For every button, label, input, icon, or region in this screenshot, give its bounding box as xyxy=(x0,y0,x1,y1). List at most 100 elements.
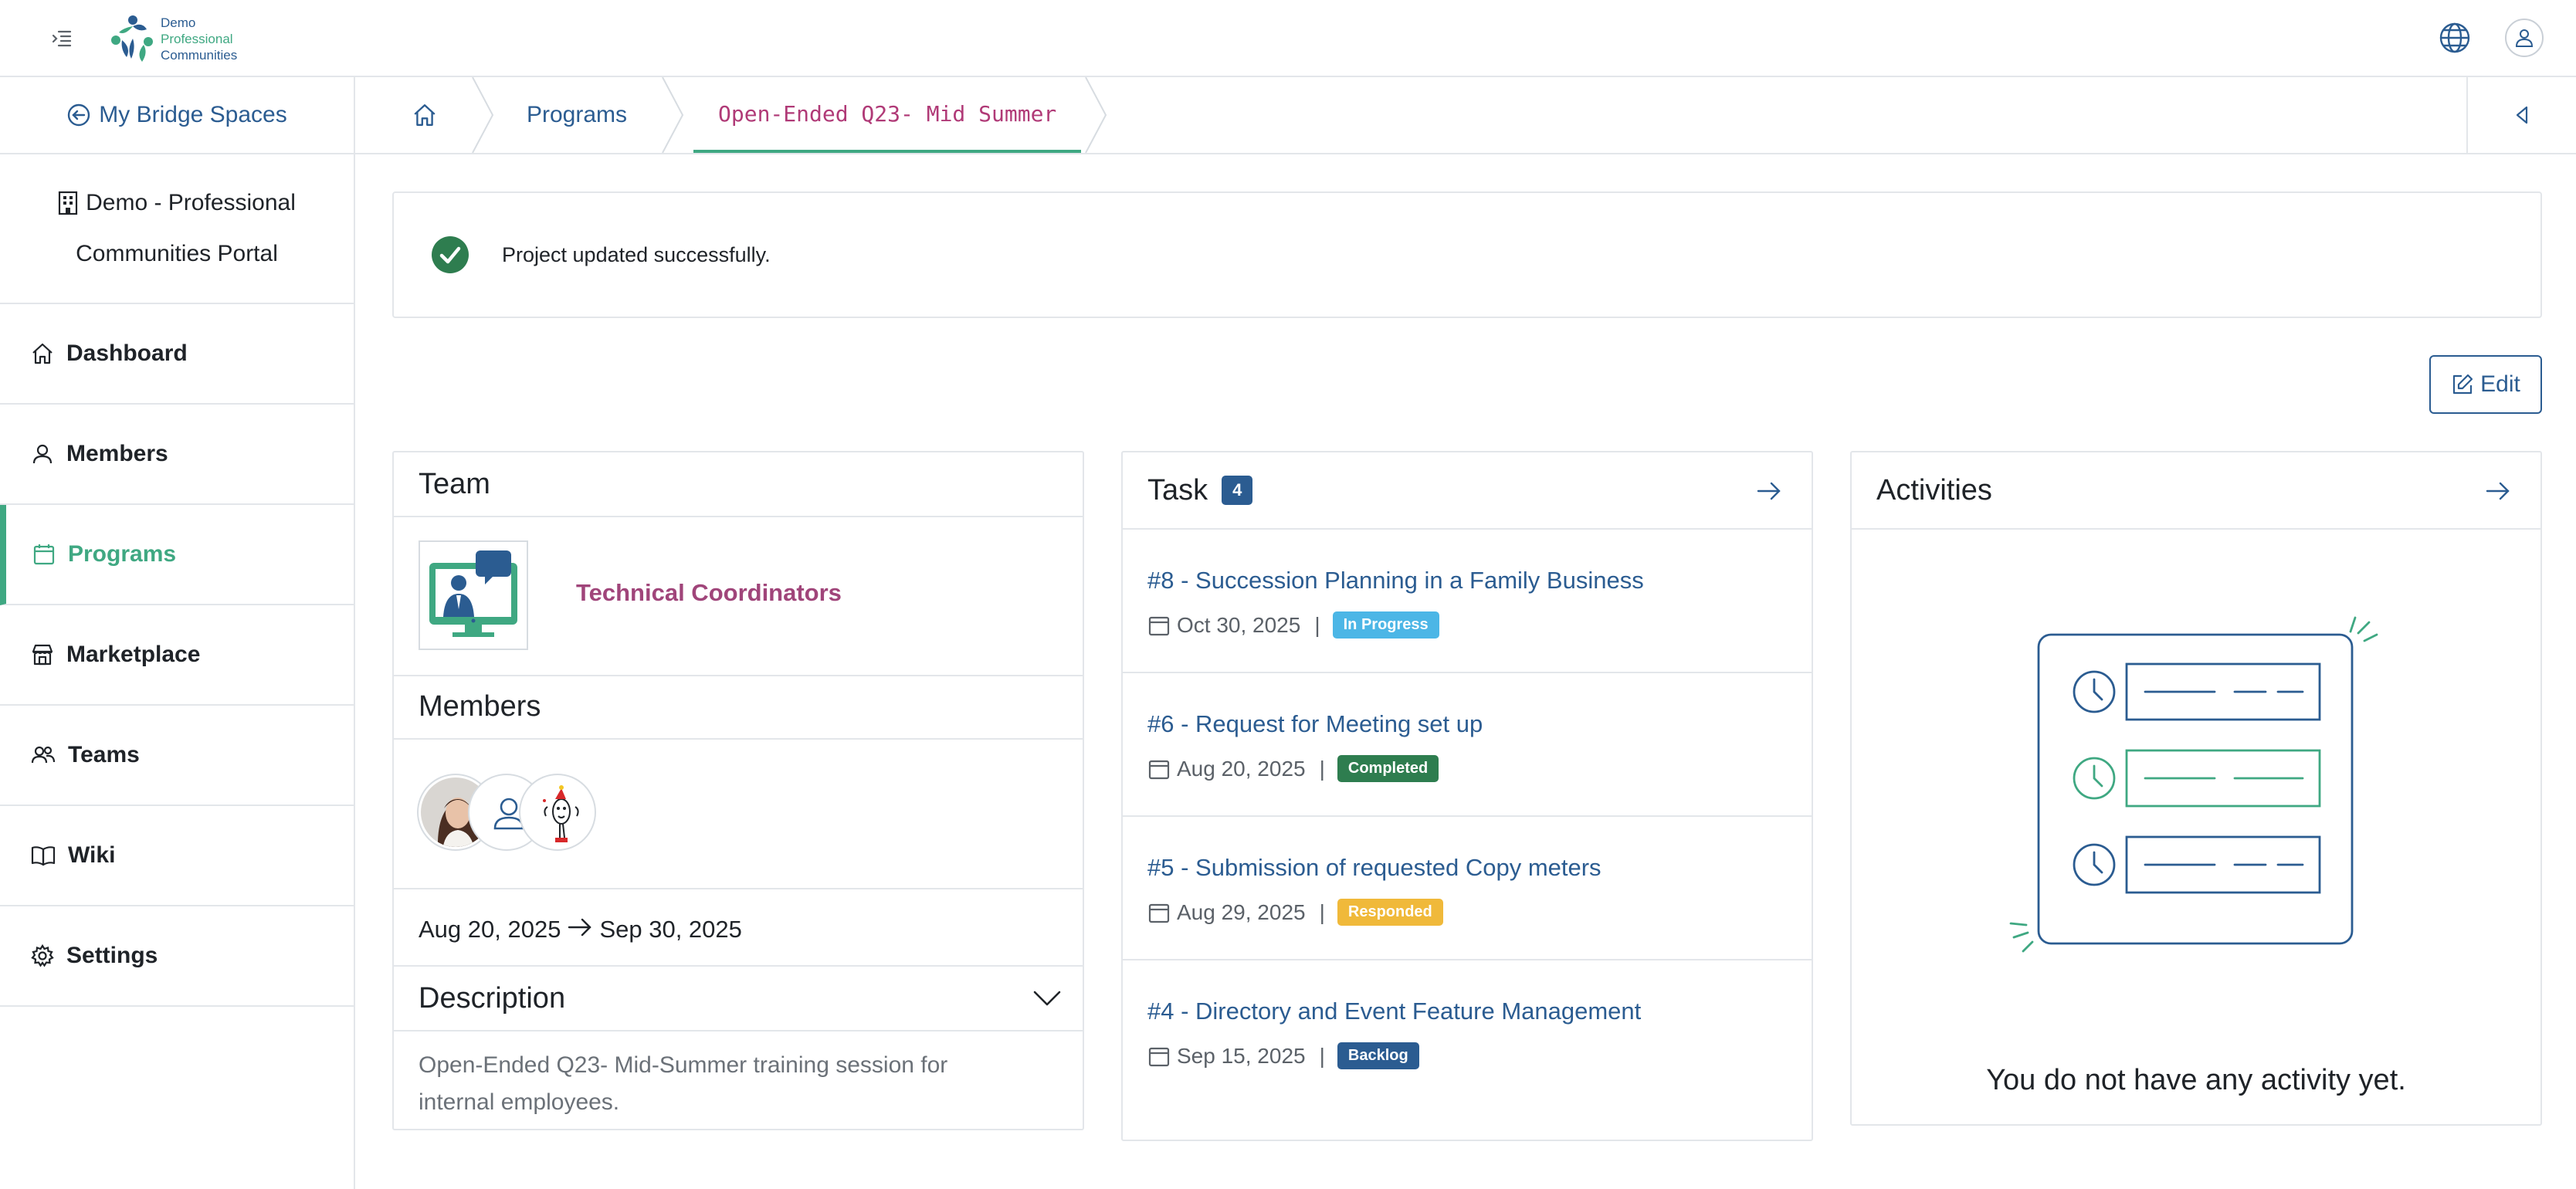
arrow-right-icon xyxy=(568,918,592,937)
task-count-badge: 4 xyxy=(1222,476,1253,505)
my-bridge-spaces-label: My Bridge Spaces xyxy=(99,102,287,127)
user-avatar-button[interactable] xyxy=(2505,19,2544,57)
sidebar-item-label: Wiki xyxy=(68,842,116,868)
task-row[interactable]: #6 - Request for Meeting set up Aug 20, … xyxy=(1123,673,1812,817)
sidebar-item-label: Marketplace xyxy=(66,642,201,667)
arrow-right-icon[interactable] xyxy=(2485,480,2511,502)
calendar-icon xyxy=(33,544,55,565)
sidebar-item-label: Settings xyxy=(66,943,158,968)
store-icon xyxy=(32,644,53,666)
success-alert: Project updated successfully. xyxy=(392,191,2542,318)
sidebar-item-label: Members xyxy=(66,441,168,466)
sidebar-item-marketplace[interactable]: Marketplace xyxy=(0,605,354,706)
program-date-range: Aug 20, 2025 Sep 30, 2025 xyxy=(394,889,1083,967)
team-card: Team Technical Coordinators Members Aug … xyxy=(392,451,1084,1130)
task-row[interactable]: #5 - Submission of requested Copy meters… xyxy=(1123,817,1812,960)
meta-separator: | xyxy=(1319,1043,1325,1068)
task-due-date: Sep 15, 2025 xyxy=(1177,1043,1306,1068)
task-title-link[interactable]: #4 - Directory and Event Feature Managem… xyxy=(1147,998,1812,1025)
task-title-link[interactable]: #6 - Request for Meeting set up xyxy=(1147,710,1812,738)
user-icon xyxy=(32,444,53,464)
calendar-icon xyxy=(1148,616,1170,635)
members-section-title: Members xyxy=(419,690,541,723)
calendar-icon xyxy=(1148,903,1170,923)
sidebar-item-settings[interactable]: Settings xyxy=(0,906,354,1007)
breadcrumb-separator-icon xyxy=(662,77,684,153)
description-text: Open-Ended Q23- Mid-Summer training sess… xyxy=(419,1052,948,1115)
description-header[interactable]: Description xyxy=(394,967,1083,1031)
status-badge: Backlog xyxy=(1337,1042,1419,1069)
collapse-panel-button[interactable] xyxy=(2466,77,2576,153)
calendar-icon xyxy=(1148,760,1170,779)
team-name-link[interactable]: Technical Coordinators xyxy=(576,579,842,607)
task-row[interactable]: #8 - Succession Planning in a Family Bus… xyxy=(1123,530,1812,673)
empty-activity-illustration-icon xyxy=(2009,616,2378,953)
portal-name-line-1: Demo - Professional xyxy=(86,190,296,215)
meta-separator: | xyxy=(1319,899,1325,924)
edit-button-label: Edit xyxy=(2480,371,2520,397)
logo-text: Demo Professional Communities xyxy=(161,15,237,63)
back-circle-arrow-icon xyxy=(68,103,90,127)
task-due-date: Aug 29, 2025 xyxy=(1177,899,1306,924)
status-badge: Completed xyxy=(1337,755,1439,782)
task-row[interactable]: #4 - Directory and Event Feature Managem… xyxy=(1123,960,1812,1104)
book-icon xyxy=(31,846,56,866)
sidebar-item-members[interactable]: Members xyxy=(0,405,354,505)
task-title-link[interactable]: #5 - Submission of requested Copy meters xyxy=(1147,854,1812,882)
task-due-date: Oct 30, 2025 xyxy=(1177,612,1301,637)
caret-left-icon xyxy=(2516,106,2528,124)
sidebar-item-dashboard[interactable]: Dashboard xyxy=(0,304,354,405)
sidebar-item-programs[interactable]: Programs xyxy=(0,505,354,605)
team-image xyxy=(419,540,528,650)
task-section-title: Task xyxy=(1147,473,1208,506)
sidebar-item-wiki[interactable]: Wiki xyxy=(0,806,354,906)
task-due-date: Aug 20, 2025 xyxy=(1177,756,1306,781)
logo-line-1: Demo xyxy=(161,15,196,30)
arrow-right-icon[interactable] xyxy=(1756,480,1782,502)
language-globe-icon[interactable] xyxy=(2434,17,2476,59)
sidebar-item-label: Teams xyxy=(68,742,140,767)
sidebar: My Bridge Spaces Demo - Professional Com… xyxy=(0,77,355,1189)
description-title: Description xyxy=(419,982,566,1015)
user-icon xyxy=(2515,29,2534,47)
breadcrumb-separator-icon xyxy=(472,77,494,153)
meta-separator: | xyxy=(1314,612,1320,637)
breadcrumb-home[interactable] xyxy=(402,77,448,153)
member-avatars xyxy=(419,775,604,852)
member-cartoon-icon xyxy=(523,777,592,847)
team-section-title: Team xyxy=(419,468,490,500)
portal-name-line-2: Communities Portal xyxy=(76,241,278,266)
menu-toggle-icon[interactable] xyxy=(43,20,80,57)
status-badge: Responded xyxy=(1337,899,1443,926)
meta-separator: | xyxy=(1319,756,1325,781)
task-card: Task 4 #8 - Succession Planning in a Fam… xyxy=(1121,451,1813,1141)
presenter-monitor-icon xyxy=(429,550,517,637)
activities-card: Activities You do not have any activity … xyxy=(1850,451,2542,1126)
my-bridge-spaces-link[interactable]: My Bridge Spaces xyxy=(0,77,354,154)
calendar-icon xyxy=(1148,1047,1170,1066)
users-icon xyxy=(31,746,56,764)
avatar[interactable] xyxy=(520,775,595,849)
breadcrumb: Programs Open-Ended Q23- Mid Summer xyxy=(355,77,2576,154)
chevron-down-icon[interactable] xyxy=(1033,990,1061,1007)
status-badge: In Progress xyxy=(1332,611,1439,639)
sidebar-item-label: Programs xyxy=(68,541,177,567)
app-logo[interactable]: Demo Professional Communities xyxy=(108,9,239,68)
home-icon xyxy=(414,104,436,126)
sidebar-item-label: Dashboard xyxy=(66,340,188,366)
edit-button[interactable]: Edit xyxy=(2429,355,2542,414)
top-bar: Demo Professional Communities xyxy=(0,0,2576,77)
edit-icon xyxy=(2453,374,2473,395)
breadcrumb-current[interactable]: Open-Ended Q23- Mid Summer xyxy=(693,77,1082,153)
breadcrumb-programs[interactable]: Programs xyxy=(527,77,627,153)
building-icon xyxy=(59,191,78,215)
sidebar-item-teams[interactable]: Teams xyxy=(0,706,354,806)
check-circle-icon xyxy=(432,236,469,273)
end-date: Sep 30, 2025 xyxy=(599,916,742,943)
logo-mark-icon xyxy=(111,15,153,62)
logo-line-3: Communities xyxy=(161,47,238,63)
empty-activity-message: You do not have any activity yet. xyxy=(1986,1064,2406,1096)
start-date: Aug 20, 2025 xyxy=(419,916,561,943)
home-icon xyxy=(32,343,53,364)
task-title-link[interactable]: #8 - Succession Planning in a Family Bus… xyxy=(1147,567,1812,594)
